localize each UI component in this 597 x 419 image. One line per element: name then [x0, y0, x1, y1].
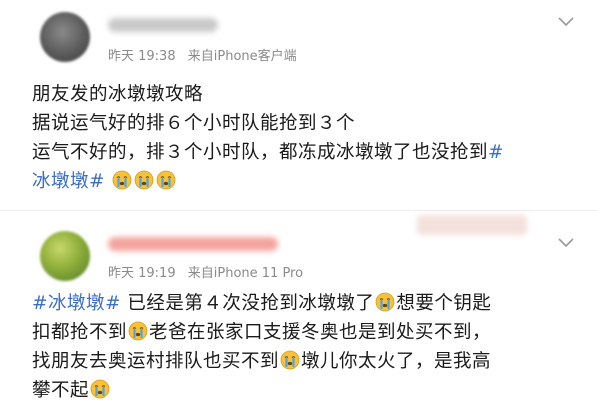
- content-text: 墩儿你太火了，是我高: [301, 351, 492, 372]
- crying-emoji-icon: [128, 321, 148, 341]
- content-text: 攀不起: [32, 380, 90, 401]
- content-line: 运气不好的，排３个小时队，都冻成冰墩墩了也没抢到#: [32, 138, 573, 167]
- avatar[interactable]: [40, 231, 90, 281]
- crying-emoji-icon: [90, 379, 110, 399]
- content-line: 扣都抢不到 老爸在张家口支援冬奥也是到处买不到，: [32, 318, 573, 347]
- content-text: 运气不好的，排３个小时队，都冻成冰墩墩了也没抢到: [32, 142, 489, 163]
- weibo-post-2: 昨天 19:19 来自iPhone 11 Pro #冰墩墩# 已经是第４次没抢到…: [0, 210, 597, 419]
- crying-emoji-icon: [135, 170, 154, 190]
- content-text: 找朋友去奥运村排队也买不到: [32, 351, 280, 372]
- content-line: 朋友发的冰墩墩攻略: [32, 80, 573, 109]
- hashtag-link[interactable]: #: [488, 142, 504, 163]
- username-blurred[interactable]: [108, 237, 278, 251]
- post-time: 昨天 19:38: [108, 49, 176, 64]
- content-line: 据说运气好的排６个小时队能抢到３个: [32, 109, 573, 138]
- crying-emoji-icon: [280, 350, 300, 370]
- post-meta: 昨天 19:38 来自iPhone客户端: [108, 45, 305, 64]
- crying-emoji-icon: [113, 170, 132, 190]
- crying-emoji-icon: [376, 292, 395, 312]
- hashtag-link[interactable]: 冰墩墩#: [32, 171, 105, 192]
- chevron-down-icon[interactable]: [557, 16, 575, 28]
- content-line: 攀不起: [32, 376, 573, 405]
- hashtag-link[interactable]: #冰墩墩#: [32, 293, 121, 314]
- content-text: 朋友发的冰墩墩攻略: [32, 84, 204, 105]
- chevron-down-icon[interactable]: [557, 237, 575, 249]
- content-line: 找朋友去奥运村排队也买不到 墩儿你太火了，是我高: [32, 347, 573, 376]
- post-meta: 昨天 19:19 来自iPhone 11 Pro: [108, 262, 311, 281]
- post-source: 来自iPhone 11 Pro: [187, 266, 304, 281]
- content-text: 已经是第４次没抢到冰墩墩了: [121, 293, 375, 314]
- post-source: 来自iPhone客户端: [187, 49, 297, 64]
- username-blurred[interactable]: [108, 18, 218, 32]
- post-time: 昨天 19:19: [108, 266, 176, 281]
- content-text: 老爸在张家口支援冬奥也是到处买不到，: [149, 322, 492, 343]
- content-text: 据说运气好的排６个小时队能抢到３个: [32, 113, 356, 134]
- crying-emoji-icon: [157, 170, 176, 190]
- post-content: #冰墩墩# 已经是第４次没抢到冰墩墩了 想要个钥匙 扣都抢不到 老爸在张家口支援冬奥也…: [32, 289, 573, 405]
- weibo-post-1: 昨天 19:38 来自iPhone客户端 朋友发的冰墩墩攻略据说运气好的排６个小…: [0, 0, 597, 210]
- content-line: 冰墩墩#: [32, 167, 573, 196]
- badge-blurred: [417, 215, 527, 235]
- content-line: #冰墩墩# 已经是第４次没抢到冰墩墩了 想要个钥匙: [32, 289, 573, 318]
- post-content: 朋友发的冰墩墩攻略据说运气好的排６个小时队能抢到３个运气不好的，排３个小时队，都…: [32, 80, 573, 196]
- content-text: [105, 171, 111, 192]
- avatar[interactable]: [40, 12, 90, 62]
- content-text: 想要个钥匙: [396, 293, 492, 314]
- content-text: 扣都抢不到: [32, 322, 128, 343]
